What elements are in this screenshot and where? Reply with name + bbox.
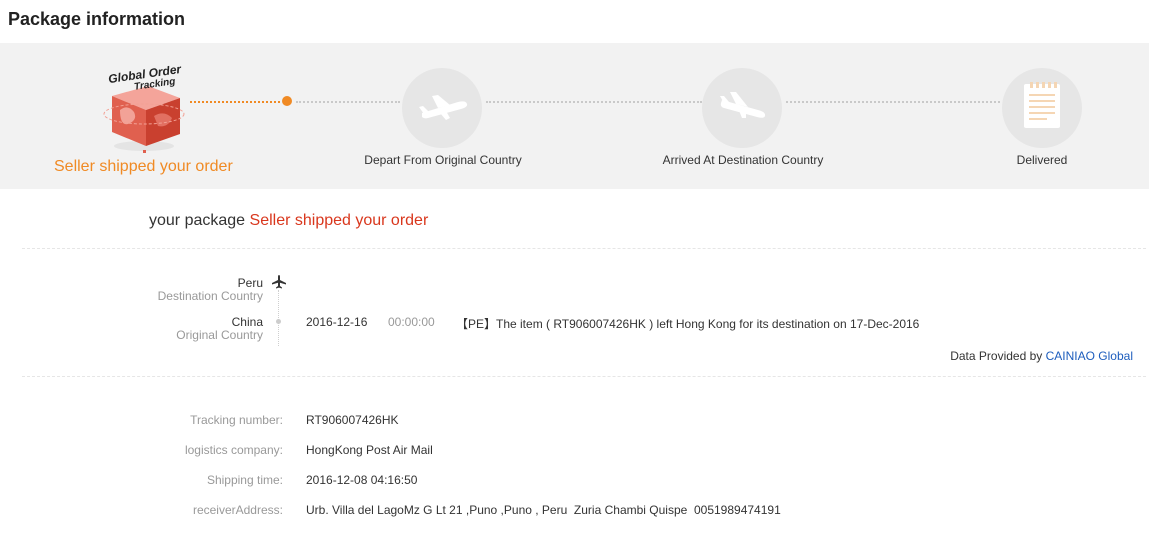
current-step-marker bbox=[282, 96, 292, 106]
step-circle-delivered bbox=[1002, 68, 1082, 148]
tracking-number-value: RT906007426HK bbox=[306, 413, 399, 427]
destination-country-label: Destination Country bbox=[157, 289, 263, 303]
step-label-seller-shipped: Seller shipped your order bbox=[54, 158, 233, 175]
receipt-icon bbox=[1024, 82, 1060, 128]
tracking-number-label: Tracking number: bbox=[190, 413, 283, 427]
status-prefix: your package bbox=[149, 212, 246, 229]
progress-connector bbox=[296, 101, 400, 103]
progress-connector bbox=[786, 101, 1000, 103]
shipping-time-value: 2016-12-08 04:16:50 bbox=[306, 473, 418, 487]
divider bbox=[22, 248, 1146, 249]
timeline-line bbox=[278, 290, 279, 346]
event-description: 【PE】The item ( RT906007426HK ) left Hong… bbox=[456, 317, 920, 331]
step-label-arrived: Arrived At Destination Country bbox=[662, 153, 824, 167]
origin-country-label: Original Country bbox=[176, 328, 263, 342]
provider-prefix: Data Provided by bbox=[950, 349, 1043, 363]
event-time: 00:00:00 bbox=[388, 315, 435, 329]
progress-connector bbox=[486, 101, 702, 103]
airplane-takeoff-icon bbox=[419, 95, 468, 120]
destination-location: Peru Destination Country bbox=[158, 277, 263, 303]
timeline-dot bbox=[276, 319, 281, 324]
origin-location: China Original Country bbox=[176, 316, 263, 342]
receiver-address-label: receiverAddress: bbox=[192, 503, 283, 517]
logistics-company-value: HongKong Post Air Mail bbox=[306, 443, 433, 457]
data-provider: Data Provided by CAINIAO Global bbox=[950, 349, 1133, 363]
progress-connector-done bbox=[190, 101, 280, 103]
shipping-time-label: Shipping time: bbox=[206, 473, 283, 487]
event-date: 2016-12-16 bbox=[306, 315, 368, 329]
step-label-delivered: Delivered bbox=[1016, 153, 1068, 167]
airplane-landing-icon bbox=[720, 92, 766, 118]
logistics-company-label: logistics company: bbox=[184, 443, 283, 457]
provider-link[interactable]: CAINIAO Global bbox=[1046, 349, 1133, 363]
divider bbox=[22, 376, 1146, 377]
step-circle-arrived bbox=[702, 68, 782, 148]
page-title: Package information bbox=[8, 9, 186, 29]
package-status: your package Seller shipped your order bbox=[149, 212, 428, 230]
step-circle-depart bbox=[402, 68, 482, 148]
status-value: Seller shipped your order bbox=[249, 212, 429, 229]
airplane-icon bbox=[271, 274, 287, 290]
receiver-address-value: Urb. Villa del LagoMz G Lt 21 ,Puno ,Pun… bbox=[306, 503, 781, 517]
step-label-depart: Depart From Original Country bbox=[364, 153, 522, 167]
